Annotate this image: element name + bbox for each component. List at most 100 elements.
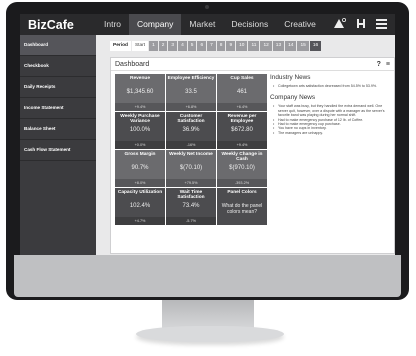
sidebar-item-balance-sheet[interactable]: Balance Sheet (20, 119, 96, 140)
kpi-value: 100.0% (129, 127, 151, 133)
sidebar-item-cash-flow[interactable]: Cash Flow Statement (20, 140, 96, 161)
period-button[interactable]: 3 (168, 41, 178, 51)
news-panel: Industry News Collegetown arts satisfact… (270, 74, 388, 141)
kpi-value: 90.7% (131, 165, 149, 171)
sidebar-item-dashboard[interactable]: Dashboard (20, 35, 96, 56)
kpi-value: 73.4% (182, 203, 200, 209)
period-button[interactable]: 8 (216, 41, 226, 51)
period-button[interactable]: 13 (272, 41, 285, 51)
period-label: Period (110, 41, 131, 51)
monitor-bezel: BizCafe Intro Company Market Decisions C… (6, 2, 409, 300)
kpi-change: +9.4% (115, 103, 165, 111)
kpi-change: -393.2% (217, 179, 267, 187)
panel-colors-link[interactable]: What do the panel colors mean? (217, 203, 267, 215)
period-selector: Period Start 1 2 3 4 5 6 7 8 9 10 11 12 … (110, 41, 322, 51)
news-item: Your staff was busy, but they handled th… (273, 104, 388, 117)
period-button[interactable]: 1 (149, 41, 158, 51)
kpi-change: +79.5% (166, 179, 216, 187)
sidebar-item-checkbook[interactable]: Checkbook (20, 56, 96, 77)
industry-news-heading: Industry News (270, 74, 311, 81)
main-content: Period Start 1 2 3 4 5 6 7 8 9 10 11 12 … (96, 35, 395, 255)
kpi-tile-capacity-utilization[interactable]: Capacity Utilization 102.4% +4.7% (115, 188, 165, 225)
kpi-tile-weekly-change-in-cash[interactable]: Weekly Change in Cash $(970.10) -393.2% (217, 150, 267, 187)
kpi-value: 461 (236, 89, 247, 95)
app-logo: BizCafe (28, 17, 74, 32)
kpi-tile-weekly-purchase-variance[interactable]: Weekly Purchase Variance 100.0% +0.0% (115, 112, 165, 149)
kpi-title: Gross Margin (124, 152, 156, 157)
monitor-chin (14, 255, 401, 297)
app-screen: BizCafe Intro Company Market Decisions C… (20, 14, 395, 255)
period-start-button[interactable]: Start (131, 41, 149, 51)
period-button[interactable]: 10 (236, 41, 248, 51)
kpi-title: Revenue per Employee (227, 114, 257, 125)
dashboard-panel: Dashboard ? ≡ Revenue $1,345.60 +9.4% Em… (110, 57, 395, 254)
kpi-title: Weekly Purchase Variance (120, 114, 160, 125)
kpi-title: Customer Satisfaction (177, 114, 205, 125)
kpi-grid: Revenue $1,345.60 +9.4% Employee Efficie… (115, 74, 267, 225)
kpi-title: Employee Efficiency (167, 76, 215, 81)
kpi-title: Revenue (130, 76, 150, 81)
news-item: Collegetown arts satisfaction decreased … (273, 84, 388, 89)
kpi-tile-revenue-per-employee[interactable]: Revenue per Employee $672.80 +9.4% (217, 112, 267, 149)
help-icon[interactable]: ? (377, 61, 381, 68)
news-item: The managers are unhappy. (273, 131, 388, 136)
kpi-change: +0.0% (115, 141, 165, 149)
kpi-tile-employee-efficiency[interactable]: Employee Efficiency 33.5 +6.8% (166, 74, 216, 111)
period-button[interactable]: 7 (207, 41, 216, 51)
period-button[interactable]: 5 (187, 41, 197, 51)
menu-icon[interactable] (376, 18, 387, 32)
kpi-change: +8.0% (115, 179, 165, 187)
kpi-tile-customer-satisfaction[interactable]: Customer Satisfaction 36.9% -16% (166, 112, 216, 149)
period-button[interactable]: 15 (297, 41, 309, 51)
monitor-stand-base (136, 326, 284, 342)
tab-intro[interactable]: Intro (96, 14, 129, 35)
sidebar-item-daily-receipts[interactable]: Daily Receipts (20, 77, 96, 98)
person-icon[interactable] (356, 18, 366, 32)
kpi-title: Weekly Net Income (169, 152, 213, 157)
kpi-change: -16% (166, 141, 216, 149)
company-news-list: Your staff was busy, but they handled th… (270, 104, 388, 135)
period-button-current[interactable]: 16 (309, 41, 322, 51)
tab-company[interactable]: Company (129, 14, 182, 35)
kpi-change: +6.8% (166, 103, 216, 111)
kpi-title: Panel Colors (227, 190, 257, 195)
kpi-title: Weekly Change in Cash (221, 152, 263, 163)
period-button[interactable]: 9 (226, 41, 236, 51)
panel-colors-tile[interactable]: Panel Colors What do the panel colors me… (217, 188, 267, 225)
period-button[interactable]: 4 (178, 41, 187, 51)
chart-up-icon[interactable] (333, 17, 346, 32)
company-news-heading: Company News (270, 94, 316, 102)
kpi-tile-gross-margin[interactable]: Gross Margin 90.7% +8.0% (115, 150, 165, 187)
kpi-change: +9.4% (217, 141, 267, 149)
sidebar: Dashboard Checkbook Daily Receipts Incom… (20, 35, 96, 255)
tab-creative[interactable]: Creative (276, 14, 324, 35)
menu-icon[interactable]: ≡ (386, 61, 390, 68)
kpi-value: 102.4% (129, 203, 151, 209)
kpi-title: Capacity Utilization (117, 190, 163, 195)
tab-decisions[interactable]: Decisions (223, 14, 276, 35)
kpi-change: +6.4% (217, 103, 267, 111)
kpi-value: 33.5 (185, 89, 197, 95)
top-nav-bar: BizCafe Intro Company Market Decisions C… (20, 14, 395, 35)
dashboard-header: Dashboard ? ≡ (111, 58, 394, 71)
period-button[interactable]: 11 (248, 41, 260, 51)
period-button[interactable]: 2 (158, 41, 168, 51)
kpi-tile-cup-sales[interactable]: Cup Sales 461 +6.4% (217, 74, 267, 111)
period-button[interactable]: 14 (285, 41, 297, 51)
kpi-tile-revenue[interactable]: Revenue $1,345.60 +9.4% (115, 74, 165, 111)
industry-news-list: Collegetown arts satisfaction decreased … (270, 84, 388, 89)
kpi-value: $(70.10) (179, 165, 203, 171)
kpi-title: Wait Time Satisfaction (177, 190, 205, 201)
kpi-title: Cup Sales (230, 76, 254, 81)
kpi-value: $672.80 (231, 127, 253, 133)
kpi-value: $1,345.60 (126, 89, 154, 95)
sidebar-item-income-statement[interactable]: Income Statement (20, 98, 96, 119)
period-button[interactable]: 12 (260, 41, 272, 51)
period-button[interactable]: 6 (197, 41, 207, 51)
kpi-change: +4.7% (115, 217, 165, 225)
kpi-tile-weekly-net-income[interactable]: Weekly Net Income $(70.10) +79.5% (166, 150, 216, 187)
dashboard-title: Dashboard (115, 60, 150, 68)
kpi-value: 36.9% (182, 127, 200, 133)
tab-market[interactable]: Market (181, 14, 223, 35)
kpi-tile-wait-time-satisfaction[interactable]: Wait Time Satisfaction 73.4% -5.7% (166, 188, 216, 225)
